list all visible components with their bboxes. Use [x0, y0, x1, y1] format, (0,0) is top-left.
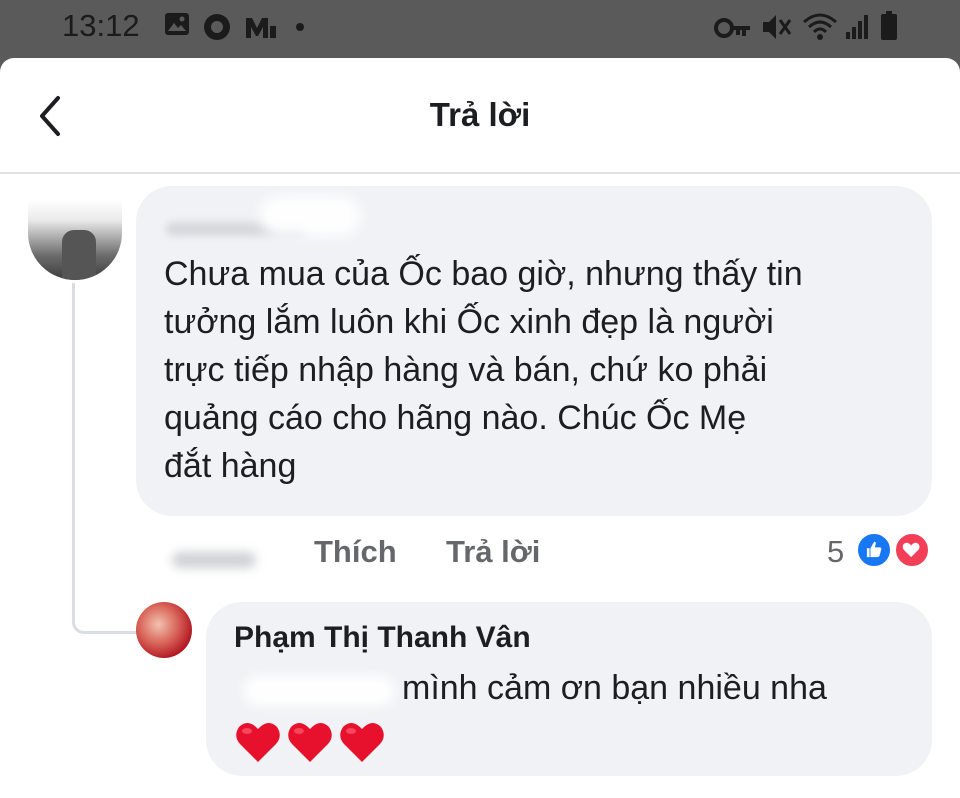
dot-icon — [296, 23, 304, 31]
battery-icon — [881, 11, 897, 40]
key-icon — [714, 18, 750, 38]
mute-icon — [763, 15, 792, 39]
gallery-icon — [165, 13, 189, 35]
redaction-mark — [260, 196, 360, 236]
redacted-mention — [244, 676, 394, 706]
heart-icon — [340, 722, 384, 762]
reply-text: mình cảm ơn bạn nhiều nha — [402, 669, 827, 707]
redacted-timestamp — [172, 552, 256, 568]
heart-emojis — [234, 718, 390, 768]
heart-icon — [236, 722, 280, 762]
header: Trả lời — [0, 58, 960, 174]
reaction-count[interactable]: 5 — [827, 534, 844, 570]
comment-text: Chưa mua của Ốc bao giờ, nhưng thấy tin … — [164, 255, 803, 485]
avatar[interactable] — [136, 602, 192, 658]
page-title: Trả lời — [429, 96, 531, 133]
status-time: 13:12 — [62, 8, 140, 43]
status-bar: 13:12 — [0, 0, 960, 58]
divider — [0, 172, 960, 174]
like-icon[interactable] — [856, 532, 892, 568]
thread-line — [72, 283, 145, 634]
circle-app-icon — [204, 14, 230, 40]
m-app-icon — [246, 18, 276, 38]
reply-button[interactable]: Trả lời — [446, 534, 540, 570]
wifi-icon — [803, 13, 837, 40]
signal-icon — [846, 15, 868, 39]
like-button[interactable]: Thích — [314, 534, 397, 570]
reply-author-name[interactable]: Phạm Thị Thanh Vân — [234, 621, 531, 655]
heart-icon — [288, 722, 332, 762]
love-icon[interactable] — [894, 532, 930, 568]
